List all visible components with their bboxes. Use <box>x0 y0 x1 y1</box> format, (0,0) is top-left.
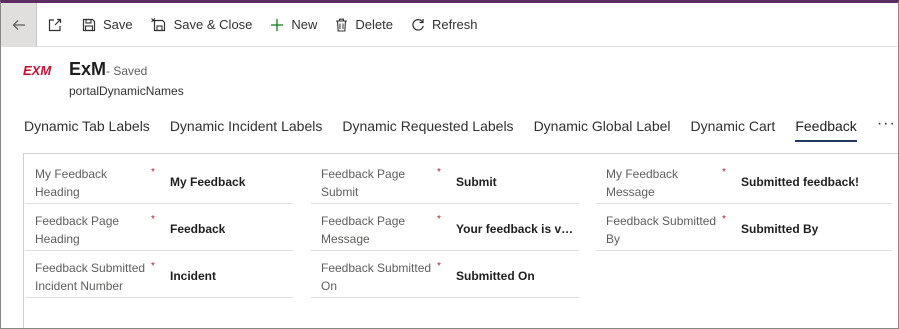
feedback-section: My Feedback Heading * My Feedback Feedba… <box>23 153 898 328</box>
back-button[interactable] <box>1 3 37 47</box>
command-bar: Save Save & Close New Delete Refresh <box>1 3 898 47</box>
tab-dynamic-incident-labels[interactable]: Dynamic Incident Labels <box>170 116 323 142</box>
form-window: Save Save & Close New Delete Refresh EXM… <box>0 0 899 329</box>
more-tabs-button[interactable]: ··· <box>877 116 896 132</box>
tab-dynamic-cart[interactable]: Dynamic Cart <box>691 116 776 142</box>
field-value[interactable]: Feedback <box>170 222 290 236</box>
save-button[interactable]: Save <box>73 3 142 47</box>
delete-label: Delete <box>355 17 393 32</box>
form-column-2: Feedback Page Submit * Submit Feedback P… <box>311 157 579 298</box>
new-button[interactable]: New <box>261 3 326 47</box>
required-indicator: * <box>722 214 726 225</box>
tab-dynamic-global-label[interactable]: Dynamic Global Label <box>534 116 671 142</box>
field-feedback-submitted-incident-number[interactable]: Feedback Submitted Incident Number * Inc… <box>25 251 293 298</box>
required-indicator: * <box>151 167 155 178</box>
field-label: Feedback Page Message <box>321 214 406 246</box>
field-label: My Feedback Heading <box>35 167 108 199</box>
field-label: Feedback Submitted By <box>606 214 717 246</box>
record-title: ExM <box>69 59 107 79</box>
save-icon <box>82 18 96 32</box>
save-close-label: Save & Close <box>173 17 253 32</box>
save-close-button[interactable]: Save & Close <box>142 3 262 47</box>
field-value[interactable]: Incident <box>170 269 290 283</box>
tab-dynamic-tab-labels[interactable]: Dynamic Tab Labels <box>24 116 150 142</box>
save-status: - Saved <box>106 64 148 78</box>
field-value[interactable]: Submitted On <box>456 269 576 283</box>
field-label: Feedback Page Heading <box>35 214 120 246</box>
field-my-feedback-heading[interactable]: My Feedback Heading * My Feedback <box>25 157 293 204</box>
field-value[interactable]: Submitted By <box>741 222 891 236</box>
required-indicator: * <box>437 261 441 272</box>
field-value[interactable]: Submit <box>456 175 576 189</box>
field-label: Feedback Submitted On <box>321 261 432 293</box>
field-value[interactable]: Submitted feedback! <box>741 175 891 189</box>
save-close-icon <box>150 17 167 32</box>
field-value[interactable]: My Feedback <box>170 175 290 189</box>
form-column-3: My Feedback Message * Submitted feedback… <box>596 157 892 251</box>
required-indicator: * <box>151 261 155 272</box>
popout-icon <box>48 18 62 31</box>
tab-list: Dynamic Tab Labels Dynamic Incident Labe… <box>24 116 896 144</box>
delete-button[interactable]: Delete <box>326 3 402 47</box>
save-label: Save <box>103 17 133 32</box>
field-feedback-submitted-by[interactable]: Feedback Submitted By * Submitted By <box>596 204 892 251</box>
required-indicator: * <box>437 167 441 178</box>
new-label: New <box>291 17 318 32</box>
required-indicator: * <box>437 214 441 225</box>
popout-button[interactable] <box>37 3 73 47</box>
field-label: Feedback Submitted Incident Number <box>35 261 146 293</box>
refresh-label: Refresh <box>432 17 478 32</box>
required-indicator: * <box>722 167 726 178</box>
back-arrow-icon <box>12 19 25 30</box>
field-feedback-page-heading[interactable]: Feedback Page Heading * Feedback <box>25 204 293 251</box>
tab-dynamic-requested-labels[interactable]: Dynamic Requested Labels <box>342 116 513 142</box>
record-subtitle: portalDynamicNames <box>69 84 184 98</box>
field-feedback-page-submit[interactable]: Feedback Page Submit * Submit <box>311 157 579 204</box>
form-column-1: My Feedback Heading * My Feedback Feedba… <box>25 157 293 298</box>
trash-icon <box>335 18 348 32</box>
field-feedback-submitted-on[interactable]: Feedback Submitted On * Submitted On <box>311 251 579 298</box>
svg-text:EXM: EXM <box>23 63 52 77</box>
field-my-feedback-message[interactable]: My Feedback Message * Submitted feedback… <box>596 157 892 204</box>
field-feedback-page-message[interactable]: Feedback Page Message * Your feedback is… <box>311 204 579 251</box>
exm-logo: EXM <box>23 63 52 77</box>
refresh-button[interactable]: Refresh <box>402 3 487 47</box>
required-indicator: * <box>151 214 155 225</box>
field-label: Feedback Page Submit <box>321 167 406 199</box>
tab-feedback[interactable]: Feedback <box>795 116 857 142</box>
field-value[interactable]: Your feedback is val... <box>456 222 576 236</box>
plus-icon <box>270 18 284 32</box>
field-label: My Feedback Message <box>606 167 679 199</box>
refresh-icon <box>411 18 425 32</box>
